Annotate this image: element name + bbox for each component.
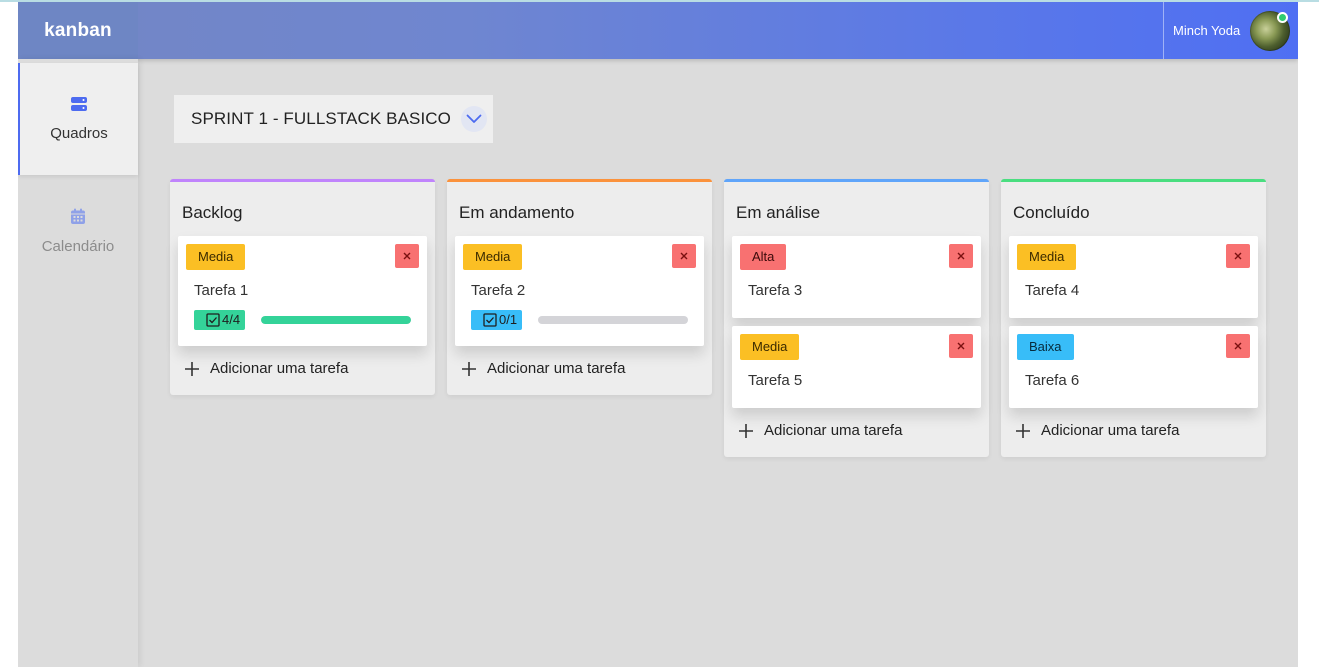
column-title: Em andamento [459,203,575,222]
task-title: Tarefa 5 [748,372,803,389]
priority-badge: Media [1017,244,1077,270]
plus-icon [1016,423,1030,438]
sprint-selector[interactable]: SPRINT 1 - FULLSTACK BASICO [174,95,493,143]
user-menu[interactable]: Minch Yoda [1163,2,1298,59]
checklist-badge: 0/1 [471,310,523,330]
plus-icon [185,361,199,376]
add-task-button[interactable]: Adicionar uma tarefa [1015,422,1179,439]
task-card[interactable]: Media Tarefa 1 4/4 [178,236,427,346]
user-name: Minch Yoda [1173,23,1241,38]
priority-badge: Baixa [1017,334,1074,360]
add-task-button[interactable]: Adicionar uma tarefa [184,360,348,377]
checklist-count: 0/1 [499,312,518,327]
checklist-count: 4/4 [222,312,241,327]
task-title: Tarefa 2 [471,282,526,299]
sprint-title: SPRINT 1 - FULLSTACK BASICO [191,109,451,128]
close-icon [1234,342,1242,350]
add-task-button[interactable]: Adicionar uma tarefa [738,422,902,439]
checkbox-icon [483,313,497,327]
delete-task-button[interactable] [949,244,973,268]
plus-icon [462,361,476,376]
app-logo: kanban [44,19,112,41]
close-icon [403,252,411,260]
task-title: Tarefa 1 [194,282,249,299]
delete-task-button[interactable] [672,244,696,268]
task-title: Tarefa 4 [1025,282,1080,299]
column-title: Backlog [182,203,243,222]
close-icon [957,342,965,350]
priority-badge: Media [463,244,523,270]
task-title: Tarefa 3 [748,282,803,299]
progress-bar [261,316,411,324]
delete-task-button[interactable] [1226,244,1250,268]
priority-badge: Media [186,244,246,270]
task-card[interactable]: Media Tarefa 4 [1009,236,1258,318]
add-task-button[interactable]: Adicionar uma tarefa [461,360,625,377]
column-concluido: Concluído Media Tarefa 4 Baixa Tarefa 6 … [1001,179,1266,457]
add-task-label: Adicionar uma tarefa [210,360,349,377]
task-card[interactable]: Media Tarefa 5 [732,326,981,408]
kanban-app: kanban Minch Yoda Quadros Calendário SPR… [18,2,1298,667]
close-icon [680,252,688,260]
sidebar-item-calendario[interactable]: Calendário [18,175,138,287]
task-card[interactable]: Alta Tarefa 3 [732,236,981,318]
task-card[interactable]: Baixa Tarefa 6 [1009,326,1258,408]
delete-task-button[interactable] [949,334,973,358]
sidebar-item-quadros[interactable]: Quadros [18,63,138,175]
chevron-down-icon[interactable] [460,106,487,132]
column-backlog: Backlog Media Tarefa 1 4/4 Adicionar uma… [170,179,435,395]
column-title: Em análise [736,203,821,222]
online-status-icon [1277,12,1288,23]
priority-badge: Alta [740,244,787,270]
sidebar-item-label: Calendário [41,237,115,255]
server-stack-icon [70,96,88,117]
task-card[interactable]: Media Tarefa 2 0/1 [455,236,704,346]
sidebar-item-label: Quadros [50,125,108,142]
close-icon [1234,252,1242,260]
delete-task-button[interactable] [395,244,419,268]
column-title: Concluído [1013,203,1090,222]
checklist-badge: 4/4 [194,310,246,330]
column-em-analise: Em análise Alta Tarefa 3 Media Tarefa 5 … [724,179,989,457]
column-em-andamento: Em andamento Media Tarefa 2 0/1 Adiciona… [447,179,712,395]
priority-badge: Media [740,334,800,360]
top-header: kanban Minch Yoda [18,2,1298,59]
close-icon [957,252,965,260]
task-title: Tarefa 6 [1025,372,1080,389]
progress-bar [538,316,688,324]
add-task-label: Adicionar uma tarefa [487,360,626,377]
logo-area[interactable]: kanban [18,2,138,59]
plus-icon [739,423,753,438]
add-task-label: Adicionar uma tarefa [764,422,903,439]
sidebar: Quadros Calendário [18,59,138,667]
add-task-label: Adicionar uma tarefa [1041,422,1180,439]
checkbox-icon [206,313,220,327]
progress-bar-fill [261,316,411,324]
calendar-icon [70,208,86,230]
delete-task-button[interactable] [1226,334,1250,358]
